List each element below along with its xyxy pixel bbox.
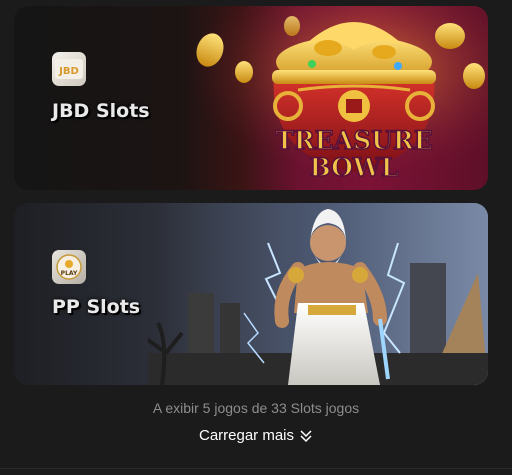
double-chevron-down-icon xyxy=(300,429,312,442)
banner-title-line2: BOWL xyxy=(309,153,398,182)
provider-name-pp-slots: PP Slots xyxy=(52,296,141,318)
banner-title-line1: TREASURE xyxy=(275,126,433,155)
load-more-label: Carregar mais xyxy=(198,427,295,444)
pp-logo-icon: PLAY xyxy=(56,254,82,280)
pp-logo-text: PLAY xyxy=(61,270,78,277)
provider-card-jbd-slots[interactable]: TREASURE BOWL JBD JBD Slots xyxy=(14,6,488,190)
provider-card-pp-slots[interactable]: PLAY PP Slots xyxy=(14,203,488,385)
results-count-status: A exibir 5 jogos de 33 Slots jogos xyxy=(152,400,360,416)
jbd-logo: JBD xyxy=(52,52,86,86)
jbd-logo-icon: JBD xyxy=(55,59,83,79)
treasure-bowl-artwork: TREASURE BOWL xyxy=(188,6,488,190)
load-more-button[interactable]: Carregar mais xyxy=(0,427,512,444)
bottom-divider xyxy=(0,468,512,469)
provider-name-jbd-slots: JBD Slots xyxy=(52,100,150,122)
jbd-logo-text: JBD xyxy=(58,66,79,77)
zeus-artwork xyxy=(148,203,488,385)
pp-logo: PLAY xyxy=(52,250,86,284)
